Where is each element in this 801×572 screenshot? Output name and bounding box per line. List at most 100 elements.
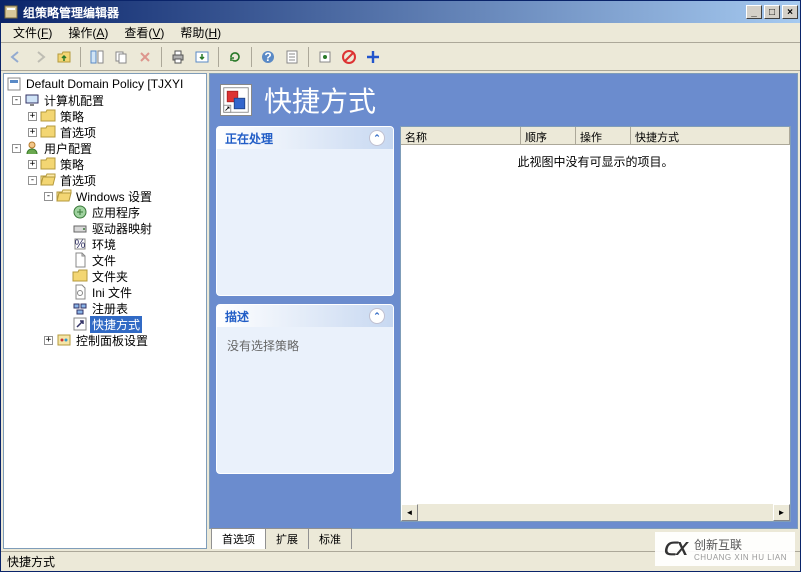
delete-button[interactable] — [134, 46, 156, 68]
content-title: 快捷方式 — [264, 80, 376, 120]
computer-icon — [24, 92, 40, 108]
registry-icon — [72, 300, 88, 316]
list-body: 此视图中没有可显示的项目。 — [401, 145, 790, 504]
empty-message: 此视图中没有可显示的项目。 — [517, 153, 673, 170]
expand-icon[interactable]: + — [44, 336, 53, 345]
tree-policy[interactable]: 策略 — [58, 156, 86, 173]
watermark-brand: 创新互联 — [694, 536, 787, 553]
processing-card: 正在处理 ⌃ — [216, 126, 394, 296]
col-shortcut[interactable]: 快捷方式 — [631, 127, 790, 145]
env-icon: % — [72, 236, 88, 252]
policy-icon — [6, 76, 22, 92]
apps-icon — [72, 204, 88, 220]
ini-icon — [72, 284, 88, 300]
toolbar: ? — [1, 43, 800, 71]
show-hide-button[interactable] — [86, 46, 108, 68]
tree-control-panel[interactable]: 控制面板设置 — [74, 332, 150, 349]
tree-pref[interactable]: 首选项 — [58, 172, 98, 189]
forward-button[interactable] — [29, 46, 51, 68]
tree-user-config[interactable]: 用户配置 — [42, 140, 94, 157]
expand-icon[interactable]: + — [28, 160, 37, 169]
col-action[interactable]: 操作 — [576, 127, 631, 145]
tree-registry[interactable]: 注册表 — [90, 300, 130, 317]
collapse-icon[interactable]: - — [12, 96, 21, 105]
tree-computer-config[interactable]: 计算机配置 — [42, 92, 106, 109]
tab-preferences[interactable]: 首选项 — [211, 528, 266, 549]
up-button[interactable] — [53, 46, 75, 68]
folder-open-icon — [40, 172, 56, 188]
add-button[interactable] — [362, 46, 384, 68]
tree-apps[interactable]: 应用程序 — [90, 204, 142, 221]
main-area: Default Domain Policy [TJXYI -计算机配置 +策略 … — [1, 71, 800, 551]
properties-button[interactable] — [281, 46, 303, 68]
horizontal-scrollbar[interactable]: ◄ ► — [401, 504, 790, 521]
tree-root[interactable]: Default Domain Policy [TJXYI — [24, 77, 185, 91]
refresh-button[interactable] — [224, 46, 246, 68]
tree-ini[interactable]: Ini 文件 — [90, 284, 134, 301]
help-button[interactable]: ? — [257, 46, 279, 68]
menu-action[interactable]: 操作(A) — [60, 22, 116, 43]
tree-folders[interactable]: 文件夹 — [90, 268, 130, 285]
app-icon — [3, 4, 19, 20]
collapse-icon[interactable]: - — [28, 176, 37, 185]
watermark: ᑕX 创新互联 CHUANG XIN HU LIAN — [655, 532, 795, 566]
window-title: 组策略管理编辑器 — [23, 4, 746, 21]
scroll-left-button[interactable]: ◄ — [401, 504, 418, 521]
collapse-icon[interactable]: - — [12, 144, 21, 153]
col-name[interactable]: 名称 — [401, 127, 521, 145]
menu-view[interactable]: 查看(V) — [116, 22, 172, 43]
scroll-right-button[interactable]: ► — [773, 504, 790, 521]
folder-icon — [40, 156, 56, 172]
tab-extended[interactable]: 扩展 — [265, 528, 309, 549]
copy-button[interactable] — [110, 46, 132, 68]
folder-icon — [40, 108, 56, 124]
processing-body — [217, 149, 393, 296]
tree-env[interactable]: 环境 — [90, 236, 118, 253]
status-text: 快捷方式 — [7, 553, 55, 570]
svg-text:%: % — [75, 237, 86, 251]
expand-icon[interactable]: + — [28, 128, 37, 137]
content-header: 快捷方式 — [210, 74, 797, 126]
shortcut-large-icon — [220, 84, 252, 116]
tree-drive-maps[interactable]: 驱动器映射 — [90, 220, 154, 237]
folder-icon — [40, 124, 56, 140]
titlebar: 组策略管理编辑器 _ □ × — [1, 1, 800, 23]
export-button[interactable] — [191, 46, 213, 68]
tree-windows-settings[interactable]: Windows 设置 — [74, 188, 154, 205]
tree-shortcuts[interactable]: 快捷方式 — [90, 316, 142, 333]
action1-button[interactable] — [314, 46, 336, 68]
tree-pane[interactable]: Default Domain Policy [TJXYI -计算机配置 +策略 … — [3, 73, 207, 549]
drive-icon — [72, 220, 88, 236]
right-pane: 快捷方式 正在处理 ⌃ 描述 ⌃ 没有选择策略 — [209, 73, 798, 549]
minimize-button[interactable]: _ — [746, 5, 762, 19]
close-button[interactable]: × — [782, 5, 798, 19]
tree-files[interactable]: 文件 — [90, 252, 118, 269]
maximize-button[interactable]: □ — [764, 5, 780, 19]
description-title: 描述 — [225, 308, 249, 325]
collapse-chevron-icon[interactable]: ⌃ — [369, 130, 385, 146]
collapse-chevron-icon[interactable]: ⌃ — [369, 308, 385, 324]
folder-open-icon — [56, 188, 72, 204]
print-button[interactable] — [167, 46, 189, 68]
menubar: 文件(F) 操作(A) 查看(V) 帮助(H) — [1, 23, 800, 43]
user-icon — [24, 140, 40, 156]
tree-pref[interactable]: 首选项 — [58, 124, 98, 141]
watermark-sub: CHUANG XIN HU LIAN — [694, 553, 787, 562]
list-view[interactable]: 名称 顺序 操作 快捷方式 此视图中没有可显示的项目。 ◄ ► — [400, 126, 791, 522]
tree-policy[interactable]: 策略 — [58, 108, 86, 125]
menu-file[interactable]: 文件(F) — [5, 22, 60, 43]
description-body: 没有选择策略 — [217, 327, 393, 474]
stop-button[interactable] — [338, 46, 360, 68]
processing-title: 正在处理 — [225, 130, 273, 147]
watermark-logo-icon: ᑕX — [663, 539, 688, 560]
file-icon — [72, 252, 88, 268]
collapse-icon[interactable]: - — [44, 192, 53, 201]
menu-help[interactable]: 帮助(H) — [172, 22, 229, 43]
shortcut-icon — [72, 316, 88, 332]
description-card: 描述 ⌃ 没有选择策略 — [216, 304, 394, 474]
expand-icon[interactable]: + — [28, 112, 37, 121]
back-button[interactable] — [5, 46, 27, 68]
tab-standard[interactable]: 标准 — [308, 528, 352, 549]
col-order[interactable]: 顺序 — [521, 127, 576, 145]
folder-icon — [72, 268, 88, 284]
